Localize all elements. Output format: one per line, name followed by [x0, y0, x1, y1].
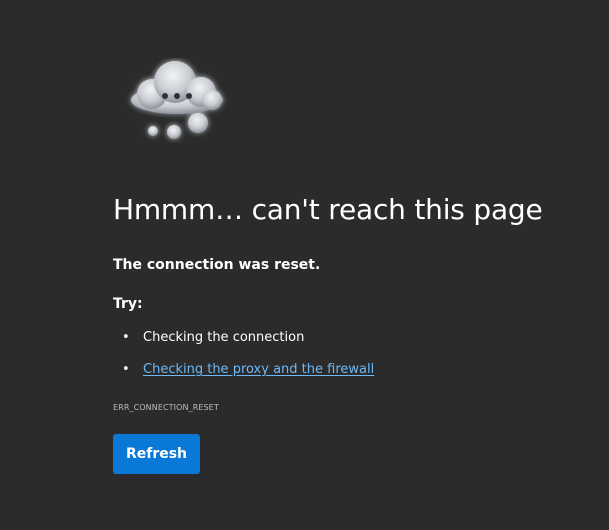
page-title: Hmmm… can't reach this page	[113, 193, 543, 226]
bullet-icon: •	[122, 330, 130, 345]
proxy-firewall-link[interactable]: Checking the proxy and the firewall	[143, 362, 374, 377]
suggestions-list: • Checking the connection • Checking the…	[113, 328, 374, 392]
suggestion-check-connection: Checking the connection	[143, 330, 305, 345]
list-item: • Checking the proxy and the firewall	[113, 360, 374, 392]
refresh-button[interactable]: Refresh	[113, 434, 200, 474]
thinking-cloud-icon	[120, 58, 235, 143]
error-code: ERR_CONNECTION_RESET	[113, 403, 219, 412]
error-page: Hmmm… can't reach this page The connecti…	[0, 0, 609, 530]
list-item: • Checking the connection	[113, 328, 374, 360]
error-message: The connection was reset.	[113, 257, 321, 273]
bullet-icon: •	[122, 362, 130, 377]
try-label: Try:	[113, 296, 143, 312]
